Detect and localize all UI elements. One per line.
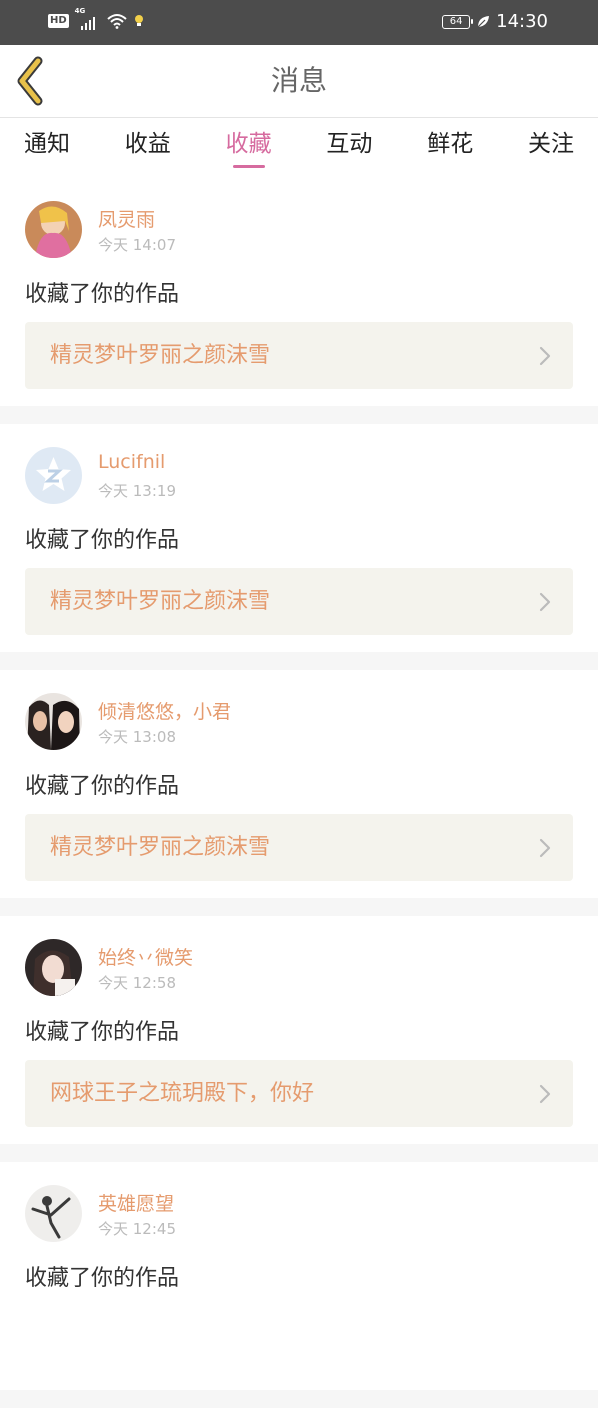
category-tabs: 通知 收益 收藏 互动 鲜花 关注: [0, 118, 598, 178]
work-link[interactable]: 网球王子之琉玥殿下，你好: [25, 1060, 573, 1127]
tab-interactions[interactable]: 互动: [326, 118, 372, 178]
user-avatar[interactable]: [25, 939, 82, 996]
action-text: 收藏了你的作品: [25, 1020, 180, 1045]
work-title: 精灵梦叶罗丽之颜沫雪: [50, 343, 271, 368]
action-text: 收藏了你的作品: [25, 282, 180, 307]
timestamp: 今天 13:08: [98, 728, 176, 746]
notification-list: 凤灵雨 今天 14:07 收藏了你的作品 精灵梦叶罗丽之颜沫雪 Lucifnil…: [0, 178, 598, 1408]
leaf-icon: [477, 15, 490, 27]
tab-notifications[interactable]: 通知: [24, 118, 70, 178]
work-title: 网球王子之琉玥殿下，你好: [50, 1081, 315, 1106]
tab-follows[interactable]: 关注: [528, 118, 574, 178]
notification-item: 倾清悠悠，小君 今天 13:08 收藏了你的作品 精灵梦叶罗丽之颜沫雪: [0, 670, 598, 898]
timestamp: 今天 12:45: [98, 1220, 176, 1238]
page-title: 消息: [270, 64, 327, 97]
notification-item: 始终丷微笑 今天 12:58 收藏了你的作品 网球王子之琉玥殿下，你好: [0, 916, 598, 1144]
notification-item: Lucifnil 今天 13:19 收藏了你的作品 精灵梦叶罗丽之颜沫雪: [0, 424, 598, 652]
timestamp: 今天 13:19: [98, 482, 176, 500]
chevron-right-icon: [539, 592, 551, 612]
active-tab-indicator: [232, 165, 265, 168]
chevron-right-icon: [539, 346, 551, 366]
status-time: 14:30: [496, 11, 548, 32]
status-left: HD 4G: [48, 7, 145, 31]
action-text: 收藏了你的作品: [25, 528, 180, 553]
work-link[interactable]: 精灵梦叶罗丽之颜沫雪: [25, 814, 573, 881]
status-right: 64 14:30: [442, 11, 548, 32]
action-text: 收藏了你的作品: [25, 1266, 180, 1291]
username[interactable]: 始终丷微笑: [98, 943, 193, 970]
username[interactable]: 凤灵雨: [98, 205, 155, 232]
work-link[interactable]: 精灵梦叶罗丽之颜沫雪: [25, 322, 573, 389]
user-avatar[interactable]: [25, 1185, 82, 1242]
status-bar: HD 4G 64 14:30: [0, 0, 598, 45]
timestamp: 今天 14:07: [98, 236, 176, 254]
user-avatar[interactable]: [25, 447, 82, 504]
work-title: 精灵梦叶罗丽之颜沫雪: [50, 589, 271, 614]
cellular-signal-icon: 4G: [75, 7, 101, 31]
timestamp: 今天 12:58: [98, 974, 176, 992]
user-avatar[interactable]: [25, 693, 82, 750]
work-title: 精灵梦叶罗丽之颜沫雪: [50, 835, 271, 860]
tab-flowers[interactable]: 鲜花: [427, 118, 473, 178]
battery-icon: 64: [442, 14, 474, 29]
chevron-right-icon: [539, 1084, 551, 1104]
notification-item: 英雄愿望 今天 12:45 收藏了你的作品: [0, 1162, 598, 1390]
notification-item: 凤灵雨 今天 14:07 收藏了你的作品 精灵梦叶罗丽之颜沫雪: [0, 178, 598, 406]
app-header: 消息: [0, 45, 598, 118]
chevron-right-icon: [539, 838, 551, 858]
tab-favorites[interactable]: 收藏: [226, 118, 272, 178]
username[interactable]: Lucifnil: [98, 451, 165, 473]
work-link[interactable]: 精灵梦叶罗丽之颜沫雪: [25, 568, 573, 635]
action-text: 收藏了你的作品: [25, 774, 180, 799]
username[interactable]: 英雄愿望: [98, 1189, 174, 1216]
user-avatar[interactable]: [25, 201, 82, 258]
notification-bulb-icon: [134, 15, 143, 26]
hd-badge: HD: [48, 14, 69, 28]
wifi-icon: [107, 14, 127, 29]
tab-earnings[interactable]: 收益: [125, 118, 171, 178]
username[interactable]: 倾清悠悠，小君: [98, 697, 231, 724]
